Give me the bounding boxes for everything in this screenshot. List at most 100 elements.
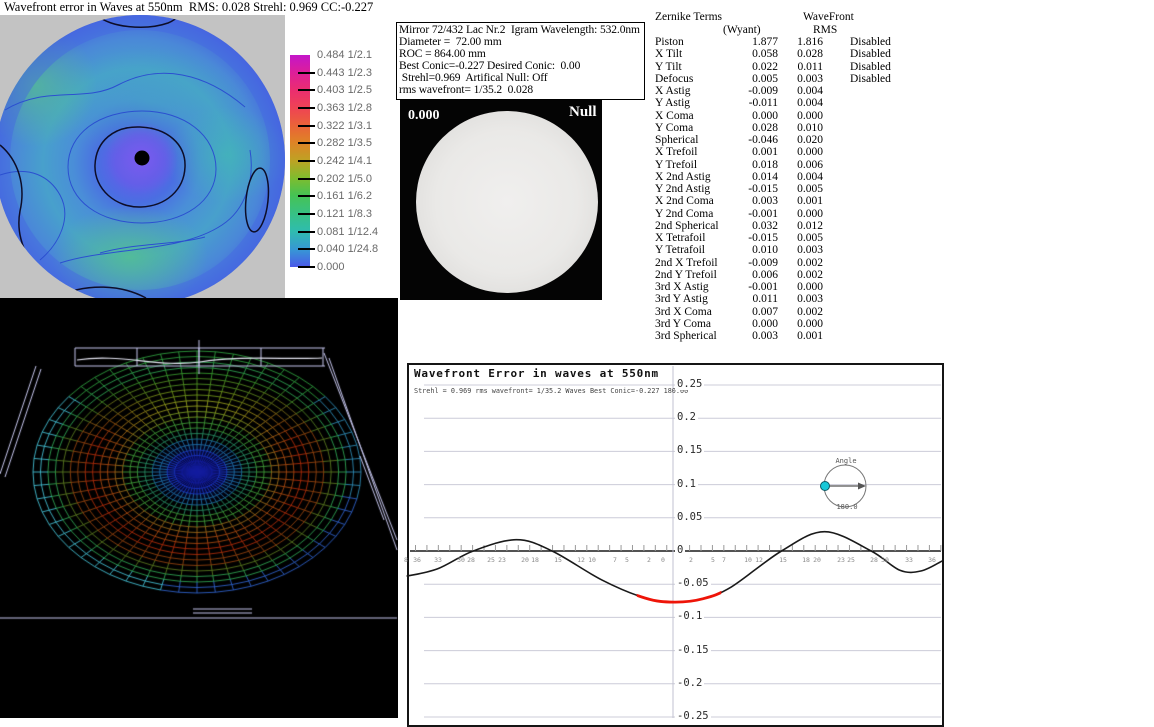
zernike-row: Y Astig -0.011 0.004	[653, 97, 943, 109]
y-axis-label: 0	[675, 544, 685, 556]
legend-tick	[298, 89, 315, 91]
zernike-row: 2nd X Trefoil-0.0090.002	[653, 257, 943, 269]
x-axis-label: 10	[744, 556, 752, 564]
zernike-row: Y Tilt0.0220.011Disabled	[653, 61, 943, 73]
page-title: Wavefront error in Waves at 550nm RMS: 0…	[4, 0, 373, 15]
zernike-term-name: Y Astig	[655, 97, 690, 109]
zernike-rms-value: 0.012	[785, 220, 823, 232]
profile-chart-title: Wavefront Error in waves at 550nm	[414, 367, 659, 380]
zernike-term-name: X Trefoil	[655, 146, 698, 158]
legend-label: 0.403 1/2.5	[317, 84, 372, 96]
zernike-disabled-toggle[interactable]: Disabled	[850, 73, 891, 85]
zernike-row: X Astig-0.0090.004	[653, 85, 943, 97]
x-axis-label: 2	[647, 556, 651, 564]
legend-tick	[298, 178, 315, 180]
x-axis-label: 18	[802, 556, 810, 564]
legend-tick	[298, 107, 315, 109]
zernike-row: X 2nd Coma0.0030.001	[653, 195, 943, 207]
zernike-wyant-value: 1.877	[698, 36, 778, 48]
zernike-wyant-value: 0.010	[698, 244, 778, 256]
interferogram-panel: 0.000 Null	[400, 100, 602, 300]
zernike-row: X 2nd Astig0.0140.004	[653, 171, 943, 183]
zernike-row: 3rd Spherical0.0030.001	[653, 330, 943, 342]
x-axis-label: 5	[625, 556, 629, 564]
x-axis-label: 5	[711, 556, 715, 564]
zernike-wyant-value: 0.018	[698, 159, 778, 171]
zernike-rms-value: 0.004	[785, 85, 823, 97]
zernike-disabled-toggle[interactable]: Disabled	[850, 48, 891, 60]
zernike-term-name: Piston	[655, 36, 684, 48]
zernike-row: X Coma0.0000.000	[653, 110, 943, 122]
zernike-wyant-value: 0.003	[698, 195, 778, 207]
zernike-term-name: Spherical	[655, 134, 698, 146]
y-axis-label: 0.25	[675, 378, 704, 390]
interferogram-image	[416, 111, 598, 293]
y-axis-label: 0.05	[675, 511, 704, 523]
zernike-rms-value: 0.000	[785, 208, 823, 220]
zernike-rms-value: 0.006	[785, 159, 823, 171]
x-axis-label: 20	[521, 556, 529, 564]
legend-label: 0.484 1/2.1	[317, 49, 372, 61]
zernike-term-name: X Coma	[655, 110, 694, 122]
profile-chart-subtitle: Strehl = 0.969 rms wavefront= 1/35.2 Wav…	[414, 387, 688, 395]
zernike-row: Spherical-0.046 0.020	[653, 134, 943, 146]
zernike-wyant-value: -0.001	[698, 208, 778, 220]
info-line-5: rms wavefront= 1/35.2 0.028	[399, 84, 642, 96]
info-line-3: Best Conic=-0.227 Desired Conic: 0.00	[399, 60, 642, 72]
zernike-wyant-value: -0.046	[698, 134, 778, 146]
zernike-disabled-toggle[interactable]: Disabled	[850, 36, 891, 48]
x-axis-label: 33	[434, 556, 442, 564]
zernike-row: Y Trefoil0.018 0.006	[653, 159, 943, 171]
zernike-rms-value: 0.002	[785, 306, 823, 318]
info-line-1: Diameter = 72.00 mm	[399, 36, 642, 48]
legend-label: 0.282 1/3.5	[317, 137, 372, 149]
igram-value-label: 0.000	[408, 108, 440, 124]
zernike-title: Zernike Terms	[655, 11, 722, 23]
zernike-term-name: X Tilt	[655, 48, 682, 60]
x-axis-label: 28	[870, 556, 878, 564]
zernike-wyant-value: 0.014	[698, 171, 778, 183]
zernike-rms-value: 0.010	[785, 122, 823, 134]
legend-label: 0.443 1/2.3	[317, 67, 372, 79]
zernike-wyant-value: 0.006	[698, 269, 778, 281]
zernike-wyant-value: -0.011	[698, 97, 778, 109]
zernike-rms-value: 0.020	[785, 134, 823, 146]
igram-null-label: Null	[569, 104, 597, 121]
zernike-wyant-value: 0.007	[698, 306, 778, 318]
y-axis-label: -0.05	[675, 577, 711, 589]
color-scale-legend: 0.484 1/2.10.443 1/2.30.403 1/2.50.363 1…	[290, 55, 390, 275]
x-axis-label: 23	[837, 556, 845, 564]
legend-tick	[298, 142, 315, 144]
zernike-rms-value: 0.005	[785, 183, 823, 195]
zernike-disabled-toggle[interactable]: Disabled	[850, 61, 891, 73]
x-axis-label: 23	[498, 556, 506, 564]
zernike-rms-value: 0.004	[785, 97, 823, 109]
zernike-row: 3rd Y Astig0.0110.003	[653, 293, 943, 305]
legend-label: 0.363 1/2.8	[317, 102, 372, 114]
y-axis-label: -0.2	[675, 677, 704, 689]
legend-label: 0.000	[317, 261, 345, 273]
legend-label: 0.081 1/12.4	[317, 226, 378, 238]
mirror-info-box: Mirror 72/432 Lac Nr.2 Igram Wavelength:…	[396, 22, 645, 100]
zernike-rms-value: 0.002	[785, 257, 823, 269]
x-axis-label: 25	[847, 556, 855, 564]
legend-tick	[298, 248, 315, 250]
zernike-rms-value: 0.003	[785, 73, 823, 85]
wavefront-3d-plot	[0, 298, 398, 718]
zernike-wyant-value: 0.003	[698, 330, 778, 342]
zernike-wyant-value: -0.001	[698, 281, 778, 293]
zernike-wyant-value: -0.015	[698, 183, 778, 195]
zernike-rms-value: 0.002	[785, 269, 823, 281]
zernike-row: 3rd Y Coma0.0000.000	[653, 318, 943, 330]
x-axis-label: 10	[588, 556, 596, 564]
zernike-rms-value: 0.000	[785, 110, 823, 122]
zernike-row: Defocus0.0050.003Disabled	[653, 73, 943, 85]
wavefront-map-image	[0, 15, 285, 298]
y-axis-label: 0.15	[675, 444, 704, 456]
zernike-term-name: Y Coma	[655, 122, 693, 134]
zernike-term-name: Y Trefoil	[655, 159, 697, 171]
legend-tick	[298, 266, 315, 268]
x-axis-label: 25	[487, 556, 495, 564]
zernike-wyant-value: -0.009	[698, 85, 778, 97]
zernike-wyant-value: 0.011	[698, 293, 778, 305]
